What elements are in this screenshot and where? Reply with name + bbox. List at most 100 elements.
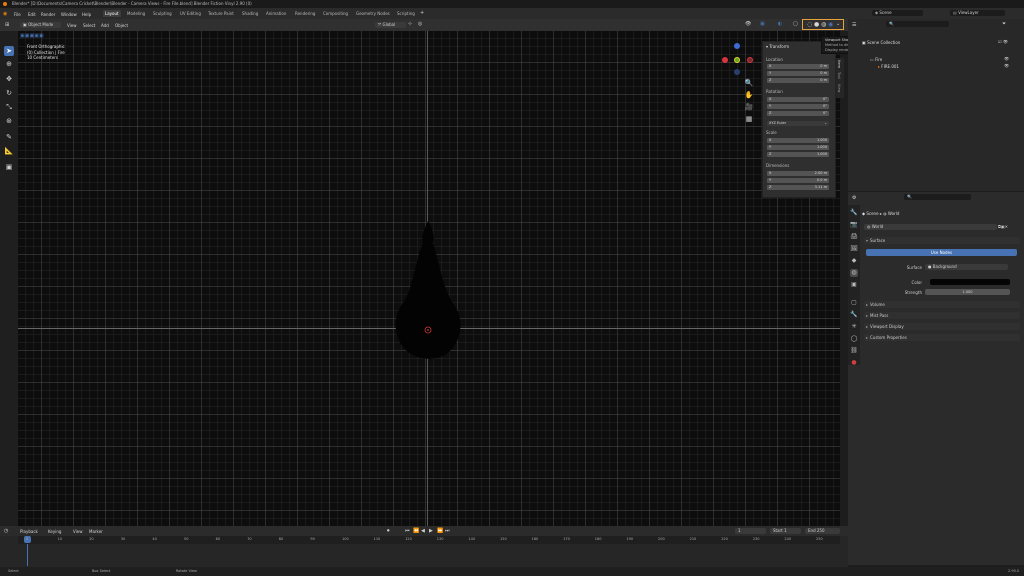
world-datablock-field[interactable]: ◍ World xyxy=(864,224,997,230)
rotation-mode-dropdown[interactable]: XYZ Euler ⌄ xyxy=(767,121,829,126)
move-tool-icon[interactable]: ✥ xyxy=(4,74,14,84)
dimensions-x-field[interactable]: X 2.00 m xyxy=(767,171,829,176)
object-tab-icon[interactable]: ▢ xyxy=(850,299,858,307)
play-reverse-icon[interactable]: ◀ xyxy=(421,528,425,534)
camera-view-icon[interactable]: 🎥 xyxy=(744,102,754,112)
outliner-item[interactable]: ▣ Scene Collection xyxy=(862,40,900,45)
end-frame-field[interactable]: End 250 xyxy=(805,528,840,534)
scale-z-field[interactable]: Z 1.000 xyxy=(767,152,829,157)
select-box-tool-icon[interactable]: ➤ xyxy=(4,46,14,56)
filter-icon[interactable]: ⏷ xyxy=(1002,21,1006,27)
rotation-x-field[interactable]: X 0° xyxy=(767,97,829,102)
blender-menu-icon[interactable]: ◉ xyxy=(3,11,7,17)
gizmo-neg-x-icon[interactable] xyxy=(747,57,753,63)
timeline-menu-keying[interactable]: Keying xyxy=(48,529,61,534)
gizmo-toggle-icon[interactable]: ▣ xyxy=(760,21,765,27)
surface-section-header[interactable]: ▾ Surface xyxy=(864,237,1020,244)
viewport-display-section-header[interactable]: ▸ Viewport Display xyxy=(864,323,1020,330)
selection-mode-icons[interactable]: ▣▣▣▣▣ xyxy=(20,33,44,39)
visibility-icon[interactable]: ☑ 👁 xyxy=(998,39,1008,44)
start-frame-field[interactable]: Start 1 xyxy=(770,528,801,534)
mode-selector[interactable]: ▣ Object Mode xyxy=(20,22,61,28)
properties-editor-icon[interactable]: ⚙ xyxy=(852,195,856,201)
sidebar-tab-item[interactable]: Item xyxy=(837,60,841,68)
menu-window[interactable]: Window xyxy=(61,12,77,17)
viewport-menu-object[interactable]: Object xyxy=(115,23,128,28)
world-tab-icon[interactable]: ◍ xyxy=(850,269,858,277)
sidebar-tab-tool[interactable]: Tool xyxy=(837,72,841,79)
outliner-item[interactable]: ▸ FIRE.001 xyxy=(878,64,899,69)
gizmo-z-icon[interactable] xyxy=(734,43,740,49)
location-x-field[interactable]: X0 m xyxy=(767,64,829,69)
pan-hand-icon[interactable]: ✋ xyxy=(744,90,754,100)
proportional-edit-icon[interactable]: ◎ xyxy=(418,21,422,27)
material-tab-icon[interactable]: ● xyxy=(850,359,858,367)
viewport-menu-select[interactable]: Select xyxy=(83,23,95,28)
properties-search-input[interactable]: 🔍 xyxy=(904,194,971,200)
location-z-field[interactable]: Z0 m xyxy=(767,78,829,83)
outliner-item[interactable]: ▭ Fire xyxy=(870,57,882,62)
scene-selector[interactable]: ◆ Scene xyxy=(872,10,923,16)
tab-layout[interactable]: Layout xyxy=(103,10,121,17)
tool-tab-icon[interactable]: 🔧 xyxy=(850,209,858,217)
color-swatch[interactable] xyxy=(930,279,1010,285)
viewport-3d[interactable]: ▣▣▣▣▣ Front Orthographic (0) Collection … xyxy=(18,31,840,526)
particles-tab-icon[interactable]: ✳ xyxy=(850,323,858,331)
outliner-search-input[interactable]: 🔍 xyxy=(886,21,949,27)
rotation-y-field[interactable]: Y 0° xyxy=(767,104,829,109)
jump-end-icon[interactable]: ⏭ xyxy=(445,528,450,534)
location-y-field[interactable]: Y0 m xyxy=(767,71,829,76)
tab-modeling[interactable]: Modeling xyxy=(125,10,147,17)
xray-toggle-icon[interactable]: ▢ xyxy=(793,21,798,27)
tab-rendering[interactable]: Rendering xyxy=(293,10,317,17)
tab-shading[interactable]: Shading xyxy=(240,10,260,17)
viewport-menu-view[interactable]: View xyxy=(67,23,77,28)
timeline-editor-icon[interactable]: ◷ xyxy=(4,528,8,534)
timeline-menu-playback[interactable]: Playback xyxy=(20,529,38,534)
visibility-icon[interactable]: 👁 xyxy=(745,21,751,27)
jump-start-icon[interactable]: ⏮ xyxy=(405,528,410,534)
next-keyframe-icon[interactable]: ⏩ xyxy=(437,528,443,534)
zoom-icon[interactable]: 🔍 xyxy=(744,78,754,88)
tab-texture-paint[interactable]: Texture Paint xyxy=(206,10,236,17)
timeline-ruler[interactable]: 0 10 20 30 40 50 60 70 80 90 100 110 120 130 140 150 160… xyxy=(18,536,840,544)
modifier-tab-icon[interactable]: 🔧 xyxy=(850,311,858,319)
tab-sculpting[interactable]: Sculpting xyxy=(151,10,174,17)
viewport-menu-add[interactable]: Add xyxy=(101,23,109,28)
visibility-icon[interactable]: 👁 xyxy=(1004,63,1009,68)
current-frame-field[interactable]: 1 xyxy=(735,528,766,534)
tab-compositing[interactable]: Compositing xyxy=(321,10,350,17)
tab-geometry-nodes[interactable]: Geometry Nodes xyxy=(354,10,392,17)
menu-render[interactable]: Render xyxy=(41,12,55,17)
scale-y-field[interactable]: Y 1.000 xyxy=(767,145,829,150)
fire-object[interactable] xyxy=(393,221,463,361)
strength-field[interactable]: 1.000 xyxy=(925,289,1010,295)
mist-pass-section-header[interactable]: ▸ Mist Pass xyxy=(864,312,1020,319)
play-icon[interactable]: ▶ xyxy=(429,528,433,534)
view-layer-tab-icon[interactable]: 🖼 xyxy=(850,245,858,253)
sidebar-tab-view[interactable]: View xyxy=(837,84,841,92)
collection-tab-icon[interactable]: ▣ xyxy=(850,281,858,289)
surface-shader-field[interactable]: ● Background xyxy=(925,264,1008,270)
gizmo-y-icon[interactable] xyxy=(734,57,740,63)
view-layer-selector[interactable]: ▤ ViewLayer xyxy=(950,10,1005,16)
rotation-z-field[interactable]: Z 0° xyxy=(767,111,829,116)
outliner-editor-icon[interactable]: ☰ xyxy=(852,22,856,28)
add-workspace-button[interactable]: + xyxy=(420,10,424,16)
add-cube-tool-icon[interactable]: ▣ xyxy=(4,162,14,172)
scale-x-field[interactable]: X 1.000 xyxy=(767,138,829,143)
snap-icon[interactable]: ⊹ xyxy=(408,21,412,27)
measure-tool-icon[interactable]: 📐 xyxy=(4,146,14,156)
tab-uv-editing[interactable]: UV Editing xyxy=(178,10,203,17)
physics-tab-icon[interactable]: ◯ xyxy=(850,335,858,343)
custom-properties-section-header[interactable]: ▸ Custom Properties xyxy=(864,334,1020,341)
output-tab-icon[interactable]: 🖨 xyxy=(850,233,858,241)
record-icon[interactable]: ⏺ xyxy=(387,528,390,534)
scale-tool-icon[interactable]: ⤡ xyxy=(4,102,14,112)
use-nodes-button[interactable]: Use Nodes xyxy=(866,249,1017,256)
visibility-icon[interactable]: 👁 xyxy=(1004,56,1009,61)
datablock-buttons[interactable]: ⧉▣✕ xyxy=(998,224,1008,229)
menu-file[interactable]: File xyxy=(14,12,21,17)
dimensions-z-field[interactable]: Z 3.11 m xyxy=(767,185,829,190)
gizmo-x-icon[interactable] xyxy=(722,57,728,63)
